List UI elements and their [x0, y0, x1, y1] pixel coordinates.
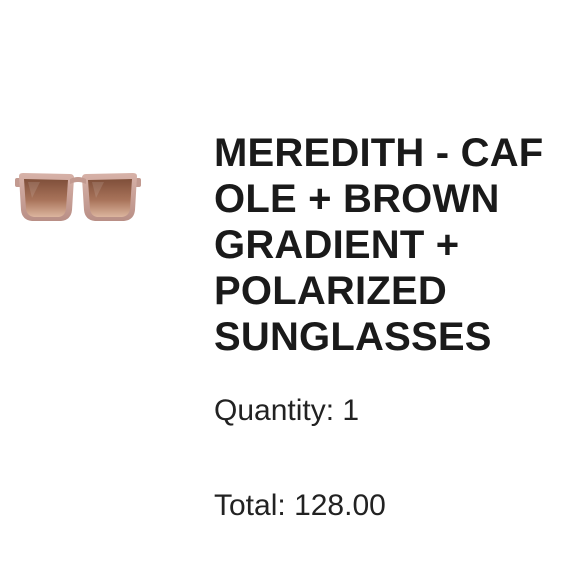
product-title-line: OLE + BROWN — [214, 177, 500, 221]
sunglasses-icon — [15, 173, 141, 221]
quantity-text: Quantity: 1 — [214, 393, 359, 429]
product-title-line: SUNGLASSES — [214, 315, 492, 359]
order-line-item: MEREDITH - CAF OLE + BROWN GRADIENT + PO… — [0, 0, 580, 580]
product-title-line: POLARIZED — [214, 269, 447, 313]
total-value: 128.00 — [294, 489, 386, 522]
product-title-line: MEREDITH - CAF — [214, 131, 544, 175]
product-title-line: GRADIENT + — [214, 223, 460, 267]
total-label: Total: — [214, 489, 286, 522]
quantity-value: 1 — [342, 394, 360, 427]
quantity-label: Quantity: — [214, 394, 335, 427]
product-thumbnail[interactable] — [14, 170, 142, 224]
product-title[interactable]: MEREDITH - CAF OLE + BROWN GRADIENT + PO… — [214, 130, 580, 360]
total-text: Total: 128.00 — [214, 488, 386, 524]
